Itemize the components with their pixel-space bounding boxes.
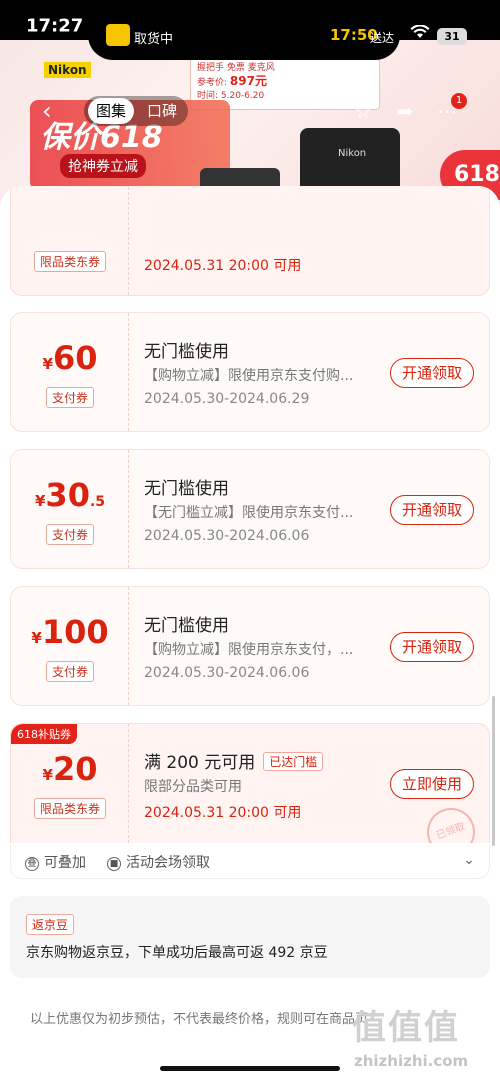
share-icon[interactable]: ➦: [392, 98, 418, 124]
dynamic-island[interactable]: 取货中 17:50 送达: [88, 10, 400, 60]
feature-stackable: 叠可叠加: [25, 852, 86, 872]
coupon-type-tag: 支付券: [45, 524, 94, 545]
coupon-type-tag: 支付券: [45, 661, 94, 682]
home-indicator[interactable]: [160, 1066, 340, 1071]
product-top-nav: ‹ 图集 口碑 ☆ ➦ ⋯ 1: [0, 93, 500, 130]
ad-line: 握把手 免票 麦克风: [197, 63, 275, 73]
coupon-desc: 【购物立减】限使用京东支付购...: [144, 368, 354, 384]
coupon-date: 2024.05.31 20:00 可用: [144, 258, 302, 274]
scrollbar[interactable]: [492, 696, 495, 846]
wifi-icon: [410, 24, 430, 43]
coupon-amount: ¥100: [31, 613, 109, 651]
camera-brand: Nikon: [338, 148, 367, 159]
claimed-stamp: 已领取: [420, 801, 482, 843]
coupon-desc: 限部分品类可用: [144, 779, 242, 795]
claim-button[interactable]: 开通领取: [390, 632, 474, 662]
back-arrow-icon[interactable]: ‹: [42, 99, 64, 123]
bean-text: 京东购物返京豆，下单成功后最高可返 492 京豆: [26, 945, 328, 961]
ad-price-label: 参考价: [197, 78, 225, 88]
status-bar: 17:27 取货中 17:50 送达 31: [0, 0, 500, 60]
jd-bean-card: 返京豆 京东购物返京豆，下单成功后最高可返 492 京豆: [10, 896, 490, 978]
coupon-card: ¥30.5 支付券 无门槛使用 【无门槛立减】限使用京东支付... 2024.0…: [10, 449, 490, 569]
coupon-type-tag: 限品类东券: [33, 798, 106, 819]
use-now-button[interactable]: 立即使用: [390, 769, 474, 799]
coupon-date: 2024.05.30-2024.06.06: [144, 665, 310, 681]
watermark-url: zhizhizhi.com: [354, 1052, 469, 1070]
claim-button[interactable]: 开通领取: [390, 495, 474, 525]
coupon-card: 限品类东券 2024.05.31 20:00 可用: [10, 186, 490, 296]
coupon-features: 叠可叠加 ■ 活动会场领取 ⌄: [10, 845, 490, 879]
coupon-date: 2024.05.30-2024.06.29: [144, 391, 310, 407]
coupon-title: 无门槛使用: [144, 342, 229, 362]
battery-icon: 31: [437, 28, 467, 45]
coupon-card: ¥60 支付券 无门槛使用 【购物立减】限使用京东支付购... 2024.05.…: [10, 312, 490, 432]
message-badge: 1: [451, 93, 467, 109]
coupon-amount: ¥20: [42, 750, 98, 788]
coupon-desc: 【无门槛立减】限使用京东支付...: [144, 505, 354, 521]
watermark-logo: 值值值: [352, 1008, 460, 1048]
delivery-rider-icon: [106, 24, 130, 46]
coupon-desc: 【购物立减】限使用京东支付，...: [144, 642, 354, 658]
coupon-type-tag: 限品类东券: [33, 251, 106, 272]
coupon-amount: ¥60: [42, 339, 98, 377]
claim-button[interactable]: 开通领取: [390, 358, 474, 388]
feature-venue: ■ 活动会场领取: [107, 852, 210, 872]
coupon-title: 满 200 元可用 已达门槛: [144, 748, 324, 773]
discount-sheet: 优惠 × 限品类东券 2024.05.31 20:00 可用 ¥60 支付券 无…: [0, 186, 500, 1083]
island-label: 取货中: [134, 32, 174, 47]
threshold-reached-tag: 已达门槛: [263, 752, 324, 771]
coupon-date: 2024.05.30-2024.06.06: [144, 528, 310, 544]
favorite-star-icon[interactable]: ☆: [350, 98, 376, 124]
chevron-down-icon[interactable]: ⌄: [463, 852, 475, 868]
stack-icon: 叠: [25, 857, 39, 871]
coupon-type-tag: 支付券: [45, 387, 94, 408]
coupon-card: ¥100 支付券 无门槛使用 【购物立减】限使用京东支付，... 2024.05…: [10, 586, 490, 706]
tab-reviews[interactable]: 口碑: [140, 98, 184, 124]
coupon-title: 无门槛使用: [144, 616, 229, 636]
island-eta-suffix: 送达: [370, 31, 395, 45]
banner-subtitle: 抢神券立减: [60, 154, 146, 178]
venue-icon: ■: [107, 857, 121, 871]
coupon-card: 618补贴券 ¥20 限品类东券 满 200 元可用 已达门槛 限部分品类可用 2…: [10, 723, 490, 843]
clock: 17:27: [26, 15, 84, 37]
coupon-date: 2024.05.31 20:00 可用: [144, 805, 302, 821]
watermark: 值值值 zhizhizhi.com: [348, 1000, 496, 1076]
tab-gallery[interactable]: 图集: [88, 98, 134, 124]
coupon-amount: ¥30.5: [34, 476, 106, 514]
ad-price: 897元: [229, 74, 267, 88]
coupon-title: 无门槛使用: [144, 479, 229, 499]
coupon-list[interactable]: 限品类东券 2024.05.31 20:00 可用 ¥60 支付券 无门槛使用 …: [0, 186, 500, 1083]
brand-logo: Nikon: [44, 62, 91, 78]
bean-tag: 返京豆: [26, 914, 75, 935]
